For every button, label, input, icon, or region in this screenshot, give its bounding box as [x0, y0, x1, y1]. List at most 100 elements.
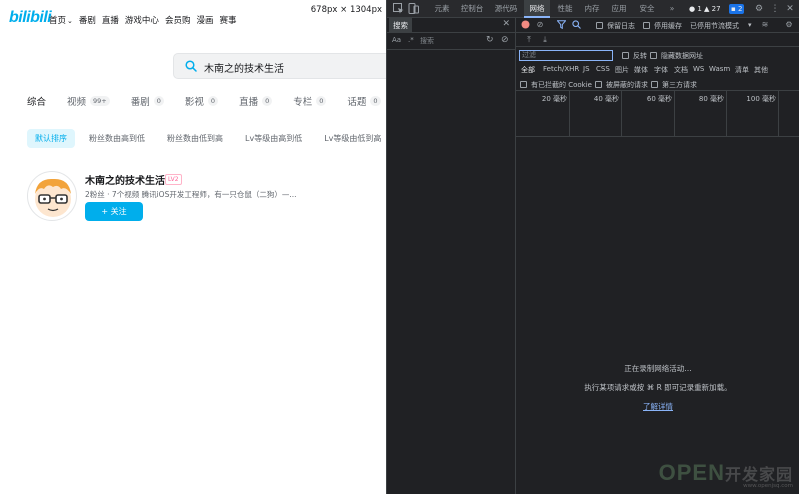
warning-count-badge[interactable]: ▲ 27: [704, 4, 721, 14]
count-badge: 0: [153, 96, 164, 106]
blocked-requests-label: 被屏蔽的请求: [606, 81, 648, 89]
network-toolbar-secondary: ⤒ ⤓: [516, 33, 799, 47]
type-filter-manifest[interactable]: 清单: [735, 65, 749, 75]
level-badge: LV2: [165, 174, 182, 185]
record-icon[interactable]: [520, 20, 530, 30]
settings-gear-icon[interactable]: ⚙: [753, 3, 765, 15]
search-drawer-tab[interactable]: 搜索: [389, 18, 412, 33]
bilibili-logo[interactable]: bilibili: [9, 9, 52, 27]
tab-topic[interactable]: 话题 0: [347, 94, 381, 108]
learn-more-link[interactable]: 了解详情: [516, 401, 799, 412]
tab-sources[interactable]: 源代码: [491, 0, 521, 18]
close-icon[interactable]: ✕: [502, 19, 510, 29]
reload-hint-text: 执行某项请求或按 ⌘ R 即可记录重新加载。: [584, 383, 732, 392]
tab-application[interactable]: 应用: [606, 0, 632, 18]
nav-item-manga[interactable]: 漫画: [196, 14, 213, 26]
type-filter-doc[interactable]: 文档: [674, 65, 688, 75]
devtools-panel: 元素 控制台 源代码 网络 性能 内存 应用 安全 » ● 1 ▲ 27 ▪ 2…: [386, 0, 799, 494]
clear-icon[interactable]: ⊘: [501, 35, 509, 45]
sort-fans-desc[interactable]: 粉丝数由高到低: [81, 129, 153, 148]
search-box[interactable]: 木南之的技术生活: [173, 53, 386, 79]
tab-network[interactable]: 网络: [524, 0, 550, 18]
type-filter-wasm[interactable]: Wasm: [709, 65, 730, 73]
tab-performance[interactable]: 性能: [552, 0, 578, 18]
clear-icon[interactable]: ⊘: [535, 20, 545, 30]
tab-article[interactable]: 专栏 0: [293, 94, 327, 108]
more-tabs-button[interactable]: »: [666, 0, 678, 18]
sort-default[interactable]: 默认排序: [27, 129, 75, 148]
chevron-down-icon[interactable]: ▾: [748, 21, 752, 29]
tab-video[interactable]: 视频 99+: [67, 94, 110, 108]
type-filter-all[interactable]: 全部: [521, 65, 535, 75]
recording-status-text: 正在录制网络活动…: [624, 364, 692, 373]
disable-cache-checkbox[interactable]: [643, 22, 650, 29]
hide-data-urls-label: 隐藏数据网址: [661, 52, 703, 60]
error-count-badge[interactable]: ● 1: [689, 4, 702, 14]
count-badge: 0: [316, 96, 327, 106]
resource-type-filters: 全部 Fetch/XHR JS CSS 图片 媒体 字体 文档 WS Wasm …: [516, 63, 799, 77]
preserve-log-checkbox[interactable]: [596, 22, 603, 29]
tab-all[interactable]: 综合: [27, 94, 46, 108]
hide-data-urls-checkbox[interactable]: [650, 52, 657, 59]
top-nav: 首页⌄ 番剧 直播 游戏中心 会员购 漫画 赛事: [49, 14, 236, 26]
tab-elements[interactable]: 元素: [429, 0, 455, 18]
filter-input[interactable]: 过滤: [519, 50, 613, 61]
search-drawer-header: 搜索 ✕: [387, 18, 516, 33]
type-filter-js[interactable]: JS: [583, 65, 590, 73]
type-filter-font[interactable]: 字体: [654, 65, 668, 75]
tab-console[interactable]: 控制台: [457, 0, 487, 18]
nav-item-anime[interactable]: 番剧: [79, 14, 96, 26]
export-har-icon[interactable]: ⤓: [540, 35, 550, 45]
info-count-badge[interactable]: ▪ 2: [729, 4, 745, 14]
invert-checkbox[interactable]: [622, 52, 629, 59]
match-case-toggle[interactable]: Aa: [392, 36, 401, 44]
network-overview-timeline[interactable]: 20 毫秒 40 毫秒 60 毫秒 80 毫秒 100 毫秒: [516, 91, 799, 137]
sort-level-desc[interactable]: Lv等级由高到低: [237, 129, 310, 148]
throttling-select[interactable]: 已停用节流模式: [690, 21, 739, 31]
type-filter-other[interactable]: 其他: [754, 65, 768, 75]
inspect-element-icon[interactable]: [392, 3, 404, 15]
kebab-menu-icon[interactable]: ⋮: [769, 3, 781, 15]
avatar[interactable]: [27, 171, 77, 221]
device-toolbar-icon[interactable]: [407, 3, 419, 15]
network-settings-gear-icon[interactable]: ⚙: [784, 20, 794, 30]
sort-fans-asc[interactable]: 粉丝数由低到高: [159, 129, 231, 148]
warning-icon: ▲: [704, 5, 710, 13]
network-empty-state: 正在录制网络活动… 执行某项请求或按 ⌘ R 即可记录重新加载。 了解详情: [516, 363, 799, 412]
regex-toggle[interactable]: .*: [408, 36, 414, 44]
refresh-icon[interactable]: ↻: [486, 35, 494, 45]
import-har-icon[interactable]: ⤒: [524, 35, 534, 45]
count-badge: 0: [207, 96, 219, 106]
tab-live[interactable]: 直播 0: [239, 94, 273, 108]
timeline-tick: 40 毫秒: [593, 95, 619, 103]
search-input-value[interactable]: 木南之的技术生活: [204, 60, 284, 75]
search-icon[interactable]: [571, 20, 581, 30]
type-filter-img[interactable]: 图片: [615, 65, 629, 75]
network-conditions-icon[interactable]: ≋: [760, 20, 770, 30]
nav-item-live[interactable]: 直播: [102, 14, 119, 26]
type-filter-media[interactable]: 媒体: [634, 65, 648, 75]
type-filter-css[interactable]: CSS: [596, 65, 610, 73]
search-input[interactable]: 搜索: [420, 36, 434, 46]
blocked-requests-checkbox[interactable]: [595, 81, 602, 88]
nav-item-home[interactable]: 首页⌄: [49, 14, 73, 26]
type-filter-fetch-xhr[interactable]: Fetch/XHR: [543, 65, 579, 73]
type-filter-ws[interactable]: WS: [693, 65, 704, 73]
timeline-tick: 100 毫秒: [746, 95, 776, 103]
tab-security[interactable]: 安全: [634, 0, 660, 18]
filter-row: 过滤 反转 隐藏数据网址: [516, 47, 799, 63]
nav-item-game-center[interactable]: 游戏中心: [125, 14, 159, 26]
tab-film[interactable]: 影视 0: [185, 94, 219, 108]
nav-item-esports[interactable]: 赛事: [219, 14, 236, 26]
blocked-cookies-checkbox[interactable]: [520, 81, 527, 88]
follow-button[interactable]: + 关注: [85, 202, 143, 221]
tab-memory[interactable]: 内存: [579, 0, 605, 18]
nav-item-mall[interactable]: 会员购: [165, 14, 191, 26]
close-icon[interactable]: ✕: [784, 3, 796, 15]
tab-bangumi[interactable]: 番剧 0: [131, 94, 164, 108]
user-result-card: 木南之的技术生活 LV2 2粉丝 · 7个视频 腾讯iOS开发工程师，有一只仓鼠…: [27, 171, 382, 226]
user-name[interactable]: 木南之的技术生活: [85, 172, 165, 187]
sort-level-asc[interactable]: Lv等级由低到高: [316, 129, 386, 148]
third-party-checkbox[interactable]: [651, 81, 658, 88]
filter-icon[interactable]: [555, 20, 567, 30]
